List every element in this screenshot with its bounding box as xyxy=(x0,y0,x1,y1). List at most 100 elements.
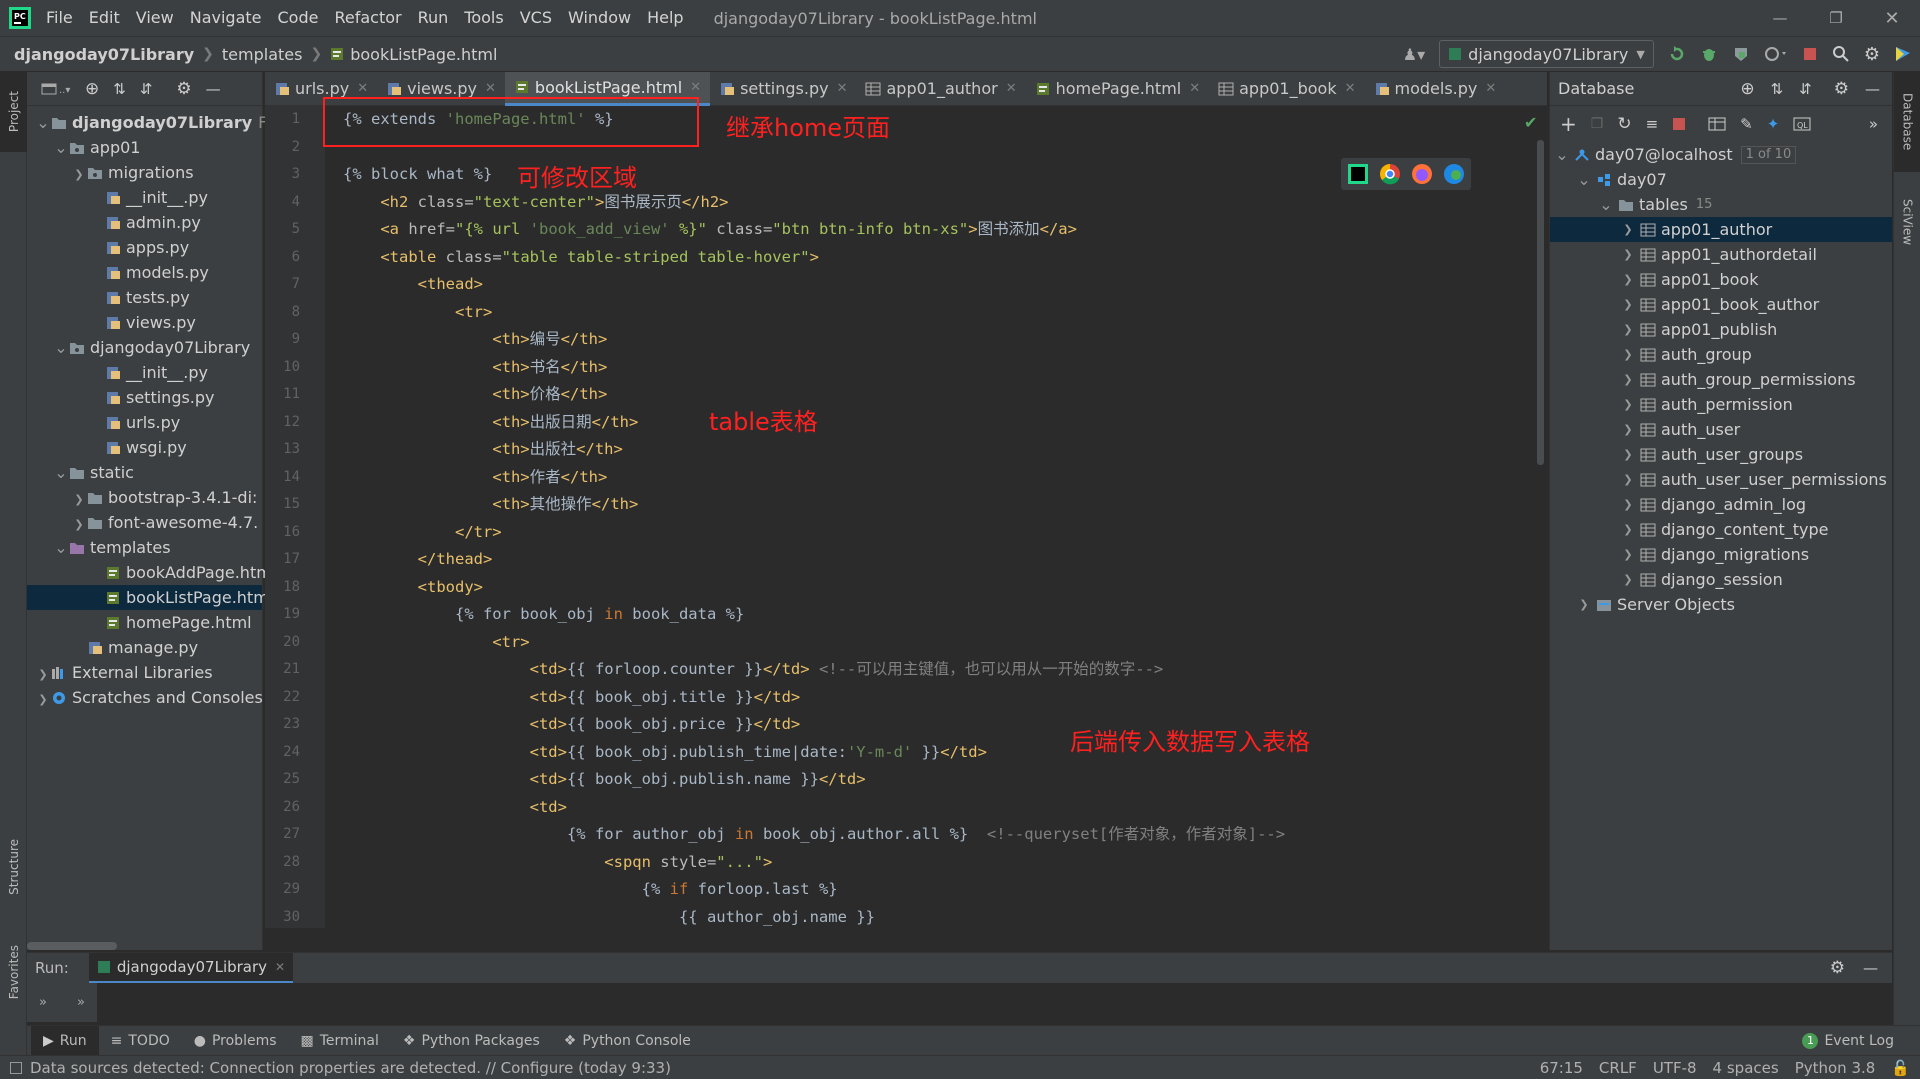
status-message[interactable]: Data sources detected: Connection proper… xyxy=(30,1059,671,1077)
code-line[interactable]: <td>{{ forloop.counter }}</td> <!--可以用主键… xyxy=(325,656,1539,684)
db-table[interactable]: ❯ auth_user_user_permissions xyxy=(1550,467,1892,492)
code-line[interactable]: <th>出版日期</th> xyxy=(325,409,1539,437)
stop-icon[interactable] xyxy=(1802,46,1818,62)
editor-vertical-scrollbar[interactable] xyxy=(1537,140,1544,465)
menu-refactor[interactable]: Refactor xyxy=(326,0,409,36)
menu-navigate[interactable]: Navigate xyxy=(182,0,270,36)
db-table[interactable]: ❯ auth_group_permissions xyxy=(1550,367,1892,392)
code-line[interactable]: <th>书名</th> xyxy=(325,354,1539,382)
code-line[interactable]: <tr> xyxy=(325,299,1539,327)
favorites-tool-tab[interactable]: Favorites xyxy=(0,927,27,1017)
db-table[interactable]: ❯ auth_group xyxy=(1550,342,1892,367)
restore-button[interactable]: ❐ xyxy=(1808,9,1864,27)
lock-icon[interactable]: 🔓 xyxy=(1891,1059,1910,1077)
filter-icon[interactable]: ✦ xyxy=(1767,115,1780,133)
code-line[interactable]: <td>{{ book_obj.publish_time|date:'Y-m-d… xyxy=(325,739,1539,767)
editor-tab[interactable]: models.py ✕ xyxy=(1365,72,1506,106)
db-table[interactable]: ❯ django_content_type xyxy=(1550,517,1892,542)
chevron-down-icon[interactable]: ⌄ xyxy=(1598,196,1614,212)
project-settings-gear-icon[interactable]: ⚙ xyxy=(176,79,191,99)
chevron-right-icon[interactable]: ❯ xyxy=(1620,417,1636,442)
coverage-icon[interactable] xyxy=(1732,45,1750,63)
python-interpreter[interactable]: Python 3.8 xyxy=(1795,1059,1876,1077)
project-tree-item[interactable]: ❯ bootstrap-3.4.1-di: xyxy=(27,485,262,510)
console-icon[interactable]: QL xyxy=(1793,117,1811,131)
refresh-icon[interactable]: ↻ xyxy=(1617,114,1631,134)
project-tree-item[interactable]: manage.py xyxy=(27,635,262,660)
horizontal-scrollbar[interactable] xyxy=(27,942,117,950)
menu-code[interactable]: Code xyxy=(270,0,327,36)
run-hide-icon[interactable]: — xyxy=(1863,959,1878,977)
db-table[interactable]: ❯ app01_authordetail xyxy=(1550,242,1892,267)
sciview-tool-tab[interactable]: SciView xyxy=(1894,182,1920,262)
db-table[interactable]: ❯ django_admin_log xyxy=(1550,492,1892,517)
collapse-all-icon[interactable]: ⇵ xyxy=(140,80,153,98)
project-tree-item[interactable]: admin.py xyxy=(27,210,262,235)
terminal-tool-tab[interactable]: ▩ Terminal xyxy=(289,1026,391,1056)
expand-run-output-icon[interactable]: » xyxy=(77,995,85,1010)
settings-gear-icon[interactable]: ⚙ xyxy=(1864,44,1880,65)
project-tree-item[interactable]: __init__.py xyxy=(27,185,262,210)
code-line[interactable]: <th>其他操作</th> xyxy=(325,491,1539,519)
profile-icon[interactable] xyxy=(1764,45,1788,63)
vcs-user-icon[interactable]: ♟▾ xyxy=(1403,45,1425,64)
edge-icon[interactable] xyxy=(1443,163,1465,185)
status-toggle-icon[interactable] xyxy=(10,1061,22,1074)
minimize-button[interactable]: — xyxy=(1752,9,1808,27)
project-tree-item[interactable]: ⌄ static xyxy=(27,460,262,485)
menu-view[interactable]: View xyxy=(128,0,182,36)
chevron-right-icon[interactable]: ❯ xyxy=(71,162,87,187)
close-run-tab-icon[interactable]: ✕ xyxy=(275,960,285,974)
db-table[interactable]: ❯ app01_book_author xyxy=(1550,292,1892,317)
code-line[interactable]: <thead> xyxy=(325,271,1539,299)
search-icon[interactable] xyxy=(1832,45,1850,63)
db-table[interactable]: ❯ auth_permission xyxy=(1550,392,1892,417)
close-tab-icon[interactable]: ✕ xyxy=(1345,81,1356,96)
editor-tab[interactable]: settings.py ✕ xyxy=(710,72,856,106)
code-line[interactable]: <tr> xyxy=(325,629,1539,657)
project-tree-item[interactable]: homePage.html xyxy=(27,610,262,635)
chevron-down-icon[interactable]: ⌄ xyxy=(53,340,69,356)
project-tree-item[interactable]: ⌄ app01 xyxy=(27,135,262,160)
project-view-select-icon[interactable]: ..▾ xyxy=(41,82,71,96)
copy-icon[interactable]: ❐ xyxy=(1591,116,1604,132)
add-datasource-icon[interactable]: + xyxy=(1560,112,1577,136)
code-line[interactable]: <td>{{ book_obj.publish.name }}</td> xyxy=(325,766,1539,794)
chrome-icon[interactable] xyxy=(1379,163,1401,185)
project-tree-item[interactable]: ⌄ djangoday07Library xyxy=(27,335,262,360)
db-table[interactable]: ❯ app01_author xyxy=(1550,217,1892,242)
breadcrumb-project[interactable]: djangoday07Library xyxy=(14,45,194,64)
chevron-right-icon[interactable]: ❯ xyxy=(1620,217,1636,242)
todo-tool-tab[interactable]: ≡ TODO xyxy=(99,1026,182,1056)
chevron-down-icon[interactable]: ⌄ xyxy=(53,140,69,156)
chevron-right-icon[interactable]: ❯ xyxy=(1620,542,1636,567)
python-console-tool-tab[interactable]: ❖ Python Console xyxy=(552,1026,703,1056)
run-output-area[interactable] xyxy=(97,983,1892,1022)
project-tree-item[interactable]: __init__.py xyxy=(27,360,262,385)
code-line[interactable]: <spqn style="..."> xyxy=(325,849,1539,877)
close-tab-icon[interactable]: ✕ xyxy=(1485,81,1496,96)
code-line[interactable]: {% for author_obj in book_obj.author.all… xyxy=(325,821,1539,849)
code-line[interactable]: <tbody> xyxy=(325,574,1539,602)
chevron-right-icon[interactable]: ❯ xyxy=(1620,567,1636,592)
code-line[interactable]: {% if forloop.last %} xyxy=(325,876,1539,904)
db-connection[interactable]: ⌄ day07@localhost 1 of 10 xyxy=(1550,142,1892,167)
db-tables-folder[interactable]: ⌄ tables 15 xyxy=(1550,192,1892,217)
menu-run[interactable]: Run xyxy=(410,0,457,36)
project-tree-item[interactable]: wsgi.py xyxy=(27,435,262,460)
chevron-right-icon[interactable]: ❯ xyxy=(1620,292,1636,317)
chevron-right-icon[interactable]: ❯ xyxy=(35,687,51,712)
db-collapse-icon[interactable]: ⇵ xyxy=(1799,80,1812,98)
project-tree-item[interactable]: ❯ migrations xyxy=(27,160,262,185)
file-encoding[interactable]: UTF-8 xyxy=(1653,1059,1697,1077)
project-tree-item[interactable]: urls.py xyxy=(27,410,262,435)
chevron-right-icon[interactable]: ❯ xyxy=(1620,492,1636,517)
project-tool-tab[interactable]: Project xyxy=(0,72,27,152)
firefox-icon[interactable] xyxy=(1411,163,1433,185)
run-configuration-select[interactable]: djangoday07Library ▼ xyxy=(1439,40,1654,68)
run-tab[interactable]: djangoday07Library ✕ xyxy=(88,953,294,983)
expand-run-toolbar-icon[interactable]: » xyxy=(39,995,47,1010)
rerun-icon[interactable] xyxy=(1668,45,1686,63)
project-tree-item[interactable]: ⌄djangoday07LibraryF:\ xyxy=(27,110,277,135)
close-tab-icon[interactable]: ✕ xyxy=(690,80,701,95)
